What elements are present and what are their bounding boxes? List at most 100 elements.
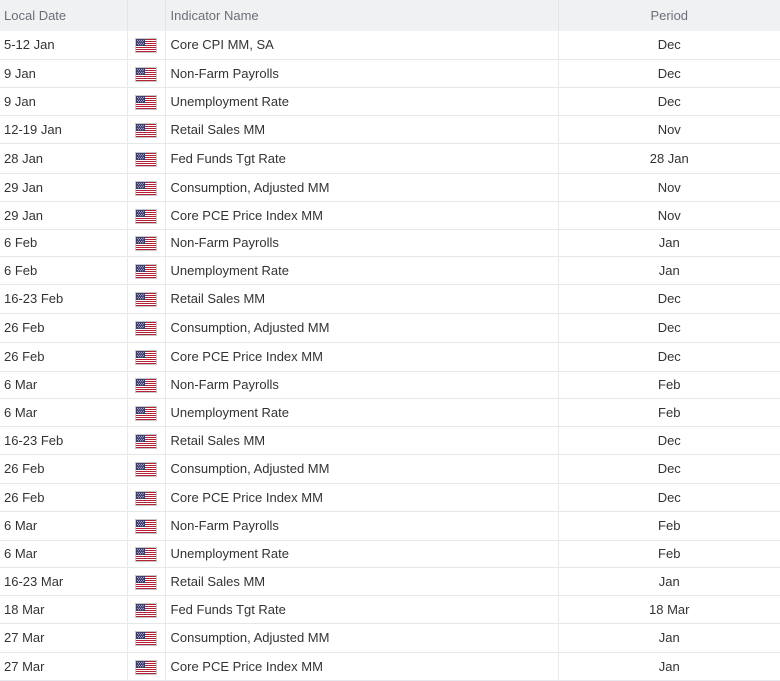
table-row[interactable]: 9 Jan Non-Farm Payrolls Dec [0,59,780,88]
cell-indicator-name[interactable]: Consumption, Adjusted MM [165,313,559,343]
cell-indicator-name[interactable]: Retail Sales MM [165,426,559,455]
column-header-country [127,0,166,31]
table-row[interactable]: 16-23 Feb Retail Sales MM Dec [0,426,780,455]
cell-country [127,426,166,455]
cell-indicator-name[interactable]: Unemployment Rate [165,256,559,285]
table-row[interactable]: 18 Mar Fed Funds Tgt Rate 18 Mar [0,595,780,624]
cell-local-date: 18 Mar [0,595,128,624]
cell-indicator-name[interactable]: Consumption, Adjusted MM [165,623,559,653]
cell-local-date: 6 Mar [0,511,128,541]
us-flag-icon [136,121,156,137]
cell-country [127,511,166,541]
table-row[interactable]: 26 Feb Consumption, Adjusted MM Dec [0,454,780,484]
cell-indicator-name[interactable]: Fed Funds Tgt Rate [165,143,559,174]
cell-local-date: 16-23 Mar [0,567,128,596]
cell-country [127,540,166,568]
table-row[interactable]: 26 Feb Core PCE Price Index MM Dec [0,483,780,512]
table-row[interactable]: 27 Mar Consumption, Adjusted MM Jan [0,623,780,653]
cell-local-date: 6 Mar [0,540,128,568]
cell-period: Dec [558,59,780,88]
cell-local-date: 28 Jan [0,143,128,174]
cell-local-date: 6 Feb [0,229,128,257]
cell-indicator-name[interactable]: Core PCE Price Index MM [165,342,559,372]
cell-country [127,284,166,314]
cell-indicator-name[interactable]: Retail Sales MM [165,284,559,314]
cell-period: Dec [558,342,780,372]
cell-indicator-name[interactable]: Retail Sales MM [165,115,559,144]
cell-local-date: 9 Jan [0,87,128,116]
cell-indicator-name[interactable]: Unemployment Rate [165,398,559,427]
table-row[interactable]: 16-23 Mar Retail Sales MM Jan [0,567,780,596]
cell-period: Nov [558,115,780,144]
table-row[interactable]: 27 Mar Core PCE Price Index MM Jan [0,652,780,681]
table-row[interactable]: 29 Jan Consumption, Adjusted MM Nov [0,173,780,202]
us-flag-icon [136,601,156,617]
cell-indicator-name[interactable]: Unemployment Rate [165,540,559,568]
cell-country [127,595,166,624]
cell-indicator-name[interactable]: Non-Farm Payrolls [165,511,559,541]
cell-indicator-name[interactable]: Consumption, Adjusted MM [165,173,559,202]
us-flag-icon [136,546,156,562]
cell-indicator-name[interactable]: Consumption, Adjusted MM [165,454,559,484]
table-row[interactable]: 6 Feb Non-Farm Payrolls Jan [0,229,780,257]
cell-period: Jan [558,623,780,653]
us-flag-icon [136,93,156,109]
cell-country [127,454,166,484]
table-row[interactable]: 6 Mar Unemployment Rate Feb [0,398,780,427]
table-row[interactable]: 6 Mar Non-Farm Payrolls Feb [0,511,780,541]
cell-local-date: 16-23 Feb [0,284,128,314]
cell-country [127,115,166,144]
us-flag-icon [136,461,156,477]
cell-local-date: 5-12 Jan [0,31,128,60]
table-row[interactable]: 28 Jan Fed Funds Tgt Rate 28 Jan [0,143,780,174]
cell-period: Dec [558,483,780,512]
table-row[interactable]: 9 Jan Unemployment Rate Dec [0,87,780,116]
cell-local-date: 27 Mar [0,652,128,681]
us-flag-icon [136,262,156,278]
cell-country [127,173,166,202]
cell-indicator-name[interactable]: Core PCE Price Index MM [165,483,559,512]
cell-country [127,313,166,343]
cell-indicator-name[interactable]: Non-Farm Payrolls [165,229,559,257]
table-row[interactable]: 5-12 Jan Core CPI MM, SA Dec [0,31,780,60]
column-header-period[interactable]: Period [558,0,780,31]
cell-indicator-name[interactable]: Fed Funds Tgt Rate [165,595,559,624]
cell-local-date: 12-19 Jan [0,115,128,144]
column-header-indicator-name[interactable]: Indicator Name [165,0,559,31]
table-row[interactable]: 26 Feb Core PCE Price Index MM Dec [0,342,780,372]
cell-period: Jan [558,567,780,596]
table-row[interactable]: 12-19 Jan Retail Sales MM Nov [0,115,780,144]
column-header-local-date[interactable]: Local Date [0,0,128,31]
table-body: 5-12 Jan Core CPI MM, SA Dec 9 Jan Non-Farm … [0,31,780,681]
cell-indicator-name[interactable]: Core PCE Price Index MM [165,201,559,230]
cell-period: 28 Jan [558,143,780,174]
cell-period: Feb [558,398,780,427]
cell-country [127,342,166,372]
table-row[interactable]: 29 Jan Core PCE Price Index MM Nov [0,201,780,230]
cell-indicator-name[interactable]: Non-Farm Payrolls [165,371,559,399]
table-row[interactable]: 6 Mar Non-Farm Payrolls Feb [0,371,780,399]
us-flag-icon [136,658,156,674]
us-flag-icon [136,349,156,365]
table-row[interactable]: 6 Feb Unemployment Rate Jan [0,256,780,285]
us-flag-icon [136,432,156,448]
cell-local-date: 6 Mar [0,398,128,427]
economic-calendar-table: Local Date Indicator Name Period 5-12 Ja… [0,0,780,681]
table-header: Local Date Indicator Name Period [0,0,780,31]
us-flag-icon [136,518,156,534]
cell-period: Dec [558,313,780,343]
cell-indicator-name[interactable]: Non-Farm Payrolls [165,59,559,88]
table-row[interactable]: 16-23 Feb Retail Sales MM Dec [0,284,780,314]
cell-indicator-name[interactable]: Retail Sales MM [165,567,559,596]
cell-period: Dec [558,454,780,484]
table-row[interactable]: 26 Feb Consumption, Adjusted MM Dec [0,313,780,343]
cell-indicator-name[interactable]: Core CPI MM, SA [165,31,559,60]
cell-indicator-name[interactable]: Unemployment Rate [165,87,559,116]
cell-period: Feb [558,540,780,568]
us-flag-icon [136,573,156,589]
cell-country [127,398,166,427]
cell-local-date: 9 Jan [0,59,128,88]
cell-indicator-name[interactable]: Core PCE Price Index MM [165,652,559,681]
cell-period: 18 Mar [558,595,780,624]
table-row[interactable]: 6 Mar Unemployment Rate Feb [0,540,780,568]
